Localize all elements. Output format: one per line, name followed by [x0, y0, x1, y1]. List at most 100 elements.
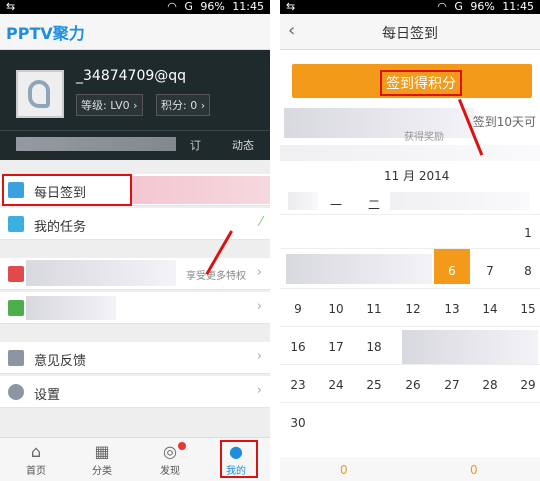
weekday-label: 二: [367, 198, 380, 212]
date-cell[interactable]: 26: [395, 378, 431, 392]
blurred-region: [26, 296, 116, 320]
blurred-region: [16, 137, 176, 151]
weekday-label: 一: [329, 198, 342, 212]
feed-link[interactable]: 动态: [232, 137, 254, 153]
date-cell[interactable]: 28: [472, 378, 508, 392]
today-cell[interactable]: 6: [434, 248, 470, 284]
task-icon: [8, 216, 24, 232]
date-cell[interactable]: 1: [510, 226, 540, 240]
date-cell[interactable]: 24: [318, 378, 354, 392]
blurred-region: [26, 260, 176, 286]
date-cell[interactable]: 17: [318, 340, 354, 354]
date-cell[interactable]: 16: [280, 340, 316, 354]
menu-label: 意见反馈: [34, 354, 87, 369]
blurred-region: [286, 254, 432, 284]
blurred-region: [284, 108, 474, 138]
days-note: 签到10天可: [472, 115, 536, 129]
battery-level: 96%: [200, 0, 225, 13]
date-cell[interactable]: 18: [356, 340, 392, 354]
sign-in-label: 签到得积分: [380, 70, 462, 96]
wifi-icon: ◠: [167, 0, 177, 13]
page-title: 每日签到: [382, 26, 438, 42]
date-cell[interactable]: 10: [318, 302, 354, 316]
date-cell[interactable]: 9: [280, 302, 316, 316]
tab-home[interactable]: ⌂ 首页: [6, 442, 66, 477]
menu-settings[interactable]: 设置 ›: [0, 376, 270, 408]
divider: [280, 402, 540, 403]
username: _34874709@qq: [76, 68, 187, 84]
divider: [280, 248, 540, 249]
sign-in-button[interactable]: 签到得积分: [292, 64, 532, 98]
tab-discover[interactable]: ◎ 发现: [140, 442, 200, 477]
date-cell[interactable]: 23: [280, 378, 316, 392]
divider: [280, 214, 540, 215]
usb-icon: ⇆: [286, 0, 296, 13]
footer-count: 0: [470, 463, 478, 477]
vip-hint: 享受更多特权: [186, 271, 246, 282]
pptv-logo: PPTV聚力: [6, 24, 85, 43]
clock: 11:45: [502, 0, 534, 13]
discover-icon: ◎: [163, 442, 177, 461]
chevron-right-icon: ›: [256, 265, 262, 280]
date-cell[interactable]: 14: [472, 302, 508, 316]
level-label: 等级: LV0: [81, 99, 130, 112]
divider: [280, 288, 540, 289]
date-cell[interactable]: 13: [434, 302, 470, 316]
divider: [280, 326, 540, 327]
signal-indicator: G: [184, 0, 193, 13]
menu-feedback[interactable]: 意见反馈 ›: [0, 342, 270, 374]
right-screen: ⇆ ◠ G 96% 11:45 ‹ 每日签到 签到得积分 获得奖励 签到10天可…: [280, 0, 540, 481]
notification-dot: [178, 442, 186, 450]
points-chip[interactable]: 积分: 0 ›: [156, 94, 211, 116]
subscribe-tail: 订: [190, 139, 201, 152]
divider: [280, 364, 540, 365]
chevron-right-icon: ›: [256, 299, 262, 314]
profile-panel: _34874709@qq 等级: LV0 › 积分: 0 › 订 动态: [0, 50, 270, 160]
chevron-icon: ⁄: [259, 215, 262, 230]
blurred-region: [390, 192, 530, 210]
level-chip[interactable]: 等级: LV0 ›: [76, 94, 143, 116]
tab-label: 分类: [92, 466, 112, 477]
grid-icon: ▦: [94, 442, 110, 461]
date-cell[interactable]: 27: [434, 378, 470, 392]
chevron-right-icon: ›: [256, 383, 262, 398]
profile-stats-row: 订 动态: [0, 130, 270, 156]
status-bar: ⇆ ◠ G 96% 11:45: [0, 0, 270, 14]
highlight-box: [220, 440, 258, 478]
date-cell[interactable]: 7: [472, 264, 508, 278]
blurred-region: [288, 192, 318, 210]
points-label: 积分: 0: [161, 99, 198, 112]
avatar[interactable]: [16, 70, 64, 118]
date-cell[interactable]: 15: [510, 302, 540, 316]
chevron-right-icon: ›: [256, 349, 262, 364]
signal-indicator: G: [454, 0, 463, 13]
menu-vip[interactable]: 享受更多特权 ›: [0, 258, 270, 290]
wifi-icon: ◠: [437, 0, 447, 13]
feedback-icon: [8, 350, 24, 366]
clock: 11:45: [232, 0, 264, 13]
today-date: 6: [448, 264, 456, 278]
month-label: 11 月 2014: [384, 169, 450, 183]
tab-label: 发现: [160, 466, 180, 477]
battery-level: 96%: [470, 0, 495, 13]
crown-icon: [8, 266, 24, 282]
usb-icon: ⇆: [6, 0, 16, 13]
home-icon: ⌂: [30, 442, 42, 461]
menu-mall[interactable]: ›: [0, 292, 270, 324]
date-cell[interactable]: 29: [510, 378, 540, 392]
cart-icon: [8, 300, 24, 316]
date-cell[interactable]: 11: [356, 302, 392, 316]
footer-count: 0: [340, 463, 348, 477]
tab-category[interactable]: ▦ 分类: [72, 442, 132, 477]
date-cell[interactable]: 25: [356, 378, 392, 392]
menu-label: 我的任务: [34, 220, 87, 235]
bottom-tab-bar: ⌂ 首页 ▦ 分类 ◎ 发现 ● 我的: [0, 437, 270, 481]
blurred-region: [130, 176, 270, 204]
date-cell[interactable]: 8: [510, 264, 540, 278]
date-cell[interactable]: 12: [395, 302, 431, 316]
blurred-region: [280, 145, 540, 161]
menu-label: 设置: [34, 388, 61, 403]
tab-label: 首页: [26, 466, 46, 477]
date-cell[interactable]: 30: [280, 416, 316, 430]
gear-icon: [8, 384, 24, 400]
